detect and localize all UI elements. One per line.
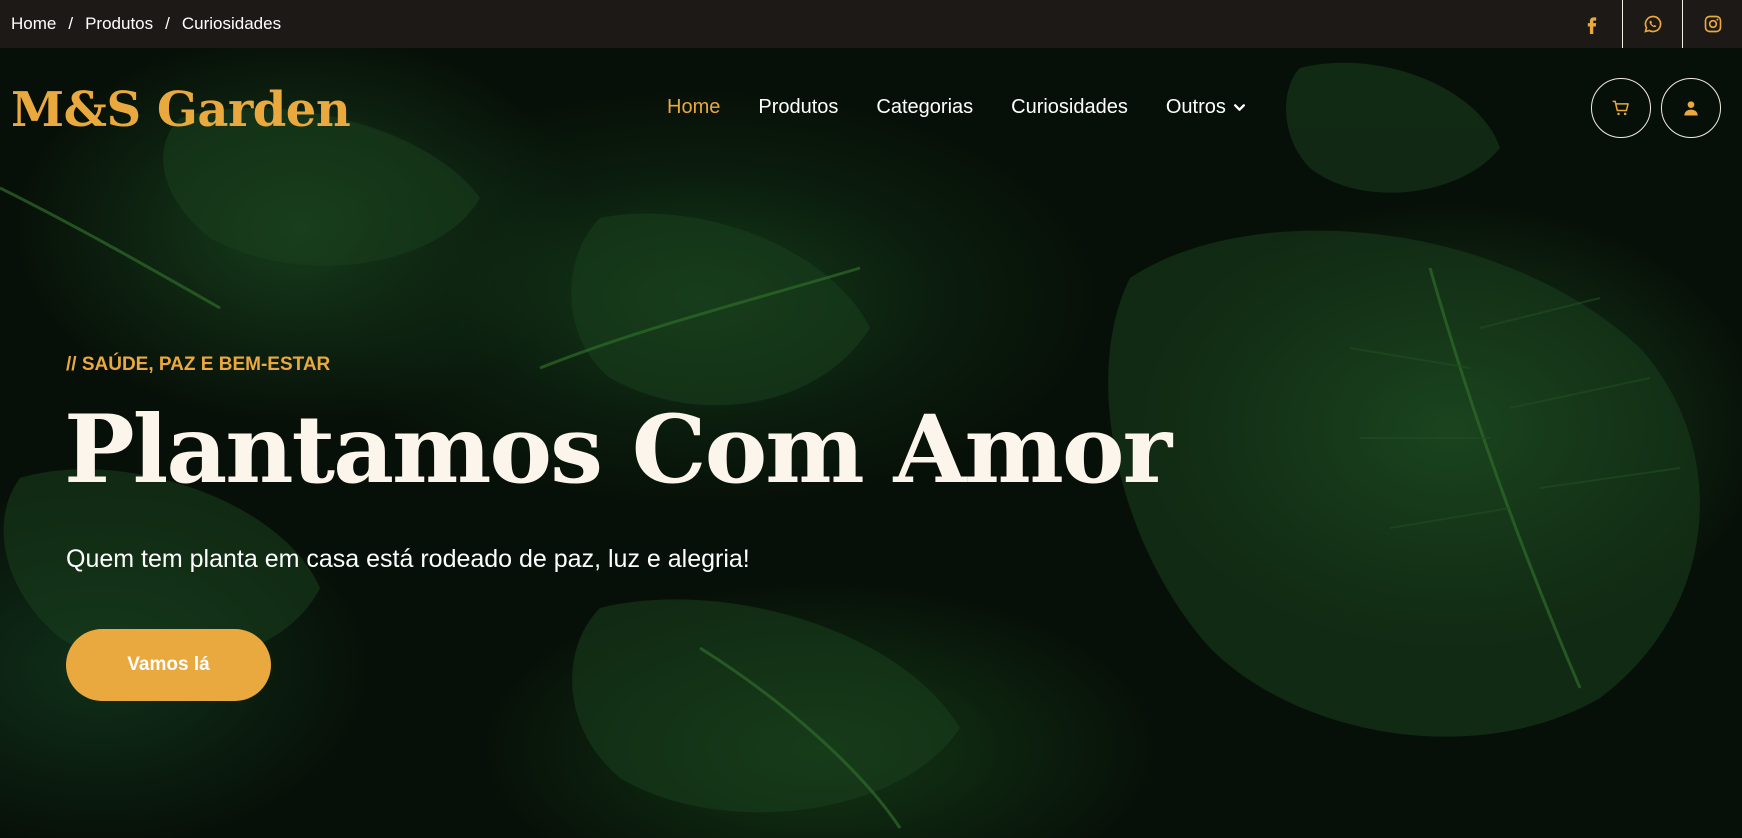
instagram-icon	[1704, 15, 1721, 33]
breadcrumb-item-home[interactable]: Home	[11, 14, 56, 34]
user-icon	[1684, 101, 1698, 116]
hero-tagline: // SAÚDE, PAZ E BEM-ESTAR	[66, 354, 331, 375]
user-button[interactable]	[1661, 78, 1721, 138]
cart-button[interactable]	[1591, 78, 1651, 138]
nav-item-curiosidades[interactable]: Curiosidades	[1011, 96, 1128, 119]
cta-button[interactable]: Vamos lá	[66, 629, 271, 701]
whatsapp-link[interactable]	[1622, 0, 1682, 48]
chevron-down-icon	[1233, 104, 1245, 111]
hero-subtitle: Quem tem planta em casa está rodeado de …	[66, 545, 750, 573]
nav-item-outros-label: Outros	[1165, 96, 1226, 118]
breadcrumb: Home / Produtos / Curiosidades	[0, 14, 281, 34]
top-bar: Home / Produtos / Curiosidades	[0, 0, 1742, 48]
nav-item-produtos[interactable]: Produtos	[758, 96, 838, 119]
site-logo[interactable]: M&S Garden	[11, 82, 351, 138]
nav-item-categorias[interactable]: Categorias	[876, 96, 973, 119]
facebook-link[interactable]	[1562, 0, 1622, 48]
breadcrumb-item-curiosidades[interactable]: Curiosidades	[182, 14, 281, 34]
breadcrumb-separator: /	[68, 14, 74, 33]
nav-item-outros[interactable]: Outros	[1166, 96, 1246, 119]
instagram-link[interactable]	[1682, 0, 1742, 48]
breadcrumb-separator: /	[165, 14, 170, 33]
hero-headline: Plantamos Com Amor	[64, 395, 1172, 505]
breadcrumb-item-produtos[interactable]: Produtos	[85, 14, 153, 34]
cart-icon	[1612, 100, 1629, 116]
nav-item-home[interactable]: Home	[667, 96, 720, 119]
main-nav: Home Produtos Categorias Curiosidades Ou…	[667, 96, 1284, 119]
whatsapp-icon	[1643, 15, 1661, 33]
social-links	[1562, 0, 1742, 48]
facebook-icon	[1587, 17, 1597, 34]
